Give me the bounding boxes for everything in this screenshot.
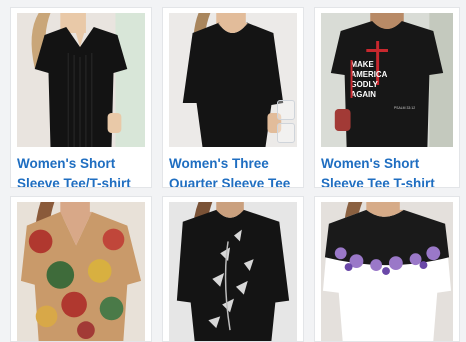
product-title-line[interactable]: Sleeve Tee/T-shirt bbox=[17, 174, 149, 187]
product-title[interactable]: Women's Three Quarter Sleeve Tee bbox=[169, 154, 301, 187]
product-title-line[interactable]: Women's Short bbox=[17, 154, 149, 174]
product-card[interactable]: Women's Short Sleeve Tee/T-shirt bbox=[10, 7, 152, 188]
product-title-line[interactable]: Women's Three bbox=[169, 154, 301, 174]
graphic-small-text: PSALM 33:12 bbox=[394, 106, 415, 110]
thumbnail-icon[interactable] bbox=[277, 123, 295, 143]
product-image[interactable]: MAKE AMERICA GODLY AGAIN PSALM 33:12 bbox=[321, 13, 453, 147]
product-title-line[interactable]: Quarter Sleeve Tee bbox=[169, 174, 301, 187]
product-card[interactable] bbox=[162, 196, 304, 342]
graphic-text: AGAIN bbox=[351, 90, 377, 99]
graphic-text: GODLY bbox=[351, 80, 379, 89]
product-image[interactable] bbox=[17, 202, 145, 341]
product-card[interactable] bbox=[10, 196, 152, 342]
product-title[interactable]: Women's Short Sleeve Tee/T-shirt bbox=[17, 154, 149, 187]
product-title[interactable]: Women's Short Sleeve Tee T-shirt bbox=[321, 154, 457, 187]
product-card[interactable] bbox=[314, 196, 460, 342]
product-card[interactable]: MAKE AMERICA GODLY AGAIN PSALM 33:12 Wom… bbox=[314, 7, 460, 188]
product-image[interactable] bbox=[321, 202, 453, 341]
product-card[interactable]: Women's Three Quarter Sleeve Tee bbox=[162, 7, 304, 188]
graphic-text: MAKE bbox=[351, 60, 374, 69]
graphic-text: AMERICA bbox=[351, 70, 388, 79]
product-image[interactable] bbox=[17, 13, 145, 147]
product-title-line[interactable]: Women's Short bbox=[321, 154, 457, 174]
thumbnail-icon[interactable] bbox=[277, 100, 295, 120]
product-title-line[interactable]: Sleeve Tee T-shirt bbox=[321, 174, 457, 187]
image-thumbnail-icons bbox=[277, 100, 295, 143]
product-image[interactable] bbox=[169, 202, 297, 341]
